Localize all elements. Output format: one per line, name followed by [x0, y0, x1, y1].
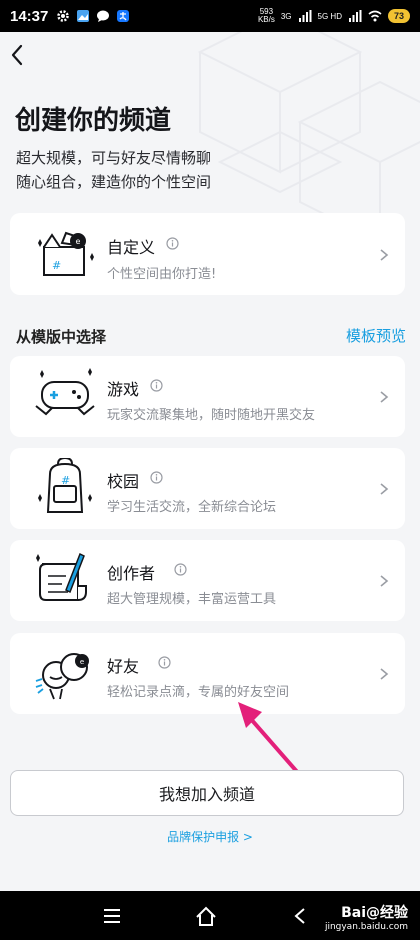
chevron-right-icon — [380, 249, 389, 261]
svg-text:#: # — [52, 259, 61, 272]
campus-card-title: 校园 — [107, 472, 140, 491]
template-card-creator[interactable]: 创作者 超大管理规模，丰富运营工具 — [10, 540, 405, 621]
svg-text:e: e — [80, 658, 84, 666]
back-nav-icon[interactable] — [290, 905, 312, 927]
signal-icon-2 — [348, 10, 362, 22]
status-time: 14:37 — [10, 7, 49, 25]
gallery-icon — [77, 10, 90, 22]
chevron-right-icon — [380, 668, 389, 680]
template-card-campus[interactable]: # 校园 学习生活交流，全新综合论坛 — [10, 448, 405, 529]
custom-card-title: 自定义 — [107, 238, 156, 257]
gear-icon — [57, 10, 70, 22]
custom-channel-card[interactable]: e # 自定义 个性空间由你打造! — [10, 213, 405, 295]
home-icon[interactable] — [195, 905, 217, 927]
join-channel-button[interactable]: 我想加入频道 — [10, 770, 404, 816]
info-icon[interactable] — [150, 471, 163, 484]
page-title: 创建你的频道 — [15, 106, 172, 136]
page-subtitle-line1: 超大规模，可与好友尽情畅聊 — [16, 149, 212, 167]
net-speed-unit: KB/s — [257, 15, 275, 24]
template-preview-link[interactable]: 模板预览 — [346, 325, 406, 346]
friends-faces-icon: e — [35, 653, 89, 700]
template-section-label: 从模版中选择 — [16, 328, 107, 346]
network-5g: 5G HD — [317, 11, 342, 21]
custom-box-icon: e # — [38, 231, 94, 276]
status-right: 593 KB/s 3G 5G HD 73 — [258, 8, 410, 24]
svg-text:e: e — [76, 237, 81, 246]
scroll-pen-icon — [36, 552, 87, 601]
game-card-desc: 玩家交流聚集地，随时随地开黑交友 — [107, 408, 316, 423]
game-card-title: 游戏 — [107, 380, 140, 399]
info-icon[interactable] — [174, 563, 187, 576]
info-icon[interactable] — [150, 379, 163, 392]
custom-card-desc: 个性空间由你打造! — [107, 267, 217, 282]
alipay-icon — [117, 10, 130, 22]
battery-indicator: 73 — [387, 9, 410, 23]
chevron-right-icon — [380, 483, 389, 495]
svg-text:#: # — [61, 474, 70, 487]
page-subtitle-line2: 随心组合，建造你的个性空间 — [16, 173, 212, 191]
menu-icon[interactable] — [101, 905, 123, 927]
backpack-icon: # — [38, 458, 92, 513]
brand-protection-link[interactable]: 品牌保护申报 > — [0, 828, 420, 845]
info-icon[interactable] — [158, 656, 171, 669]
status-bar: 14:37 593 KB/s 3G 5G HD 73 — [0, 0, 420, 32]
chevron-right-icon — [380, 575, 389, 587]
net-speed: 593 KB/s — [258, 8, 275, 24]
creator-card-title: 创作者 — [107, 564, 156, 583]
wifi-icon — [368, 10, 382, 22]
status-icons — [56, 9, 130, 23]
network-3g: 3G — [280, 11, 292, 21]
friends-card-title: 好友 — [107, 657, 140, 676]
creator-card-desc: 超大管理规模，丰富运营工具 — [107, 592, 277, 607]
info-icon[interactable] — [166, 237, 179, 250]
game-controller-icon — [35, 368, 95, 416]
chat-bubble-icon — [97, 10, 110, 22]
template-card-game[interactable]: 游戏 玩家交流聚集地，随时随地开黑交友 — [10, 356, 405, 437]
watermark-sub: jingyan.baidu.com — [324, 922, 408, 932]
chevron-right-icon — [380, 391, 389, 403]
signal-icon — [298, 10, 312, 22]
back-arrow-icon[interactable] — [6, 42, 32, 68]
baidu-watermark: Bai@经验 jingyan.baidu.com — [325, 902, 408, 932]
template-card-friends[interactable]: e 好友 轻松记录点滴，专属的好友空间 — [10, 633, 405, 714]
campus-card-desc: 学习生活交流，全新综合论坛 — [107, 500, 277, 515]
watermark-main: Bai@经验 — [341, 905, 408, 921]
